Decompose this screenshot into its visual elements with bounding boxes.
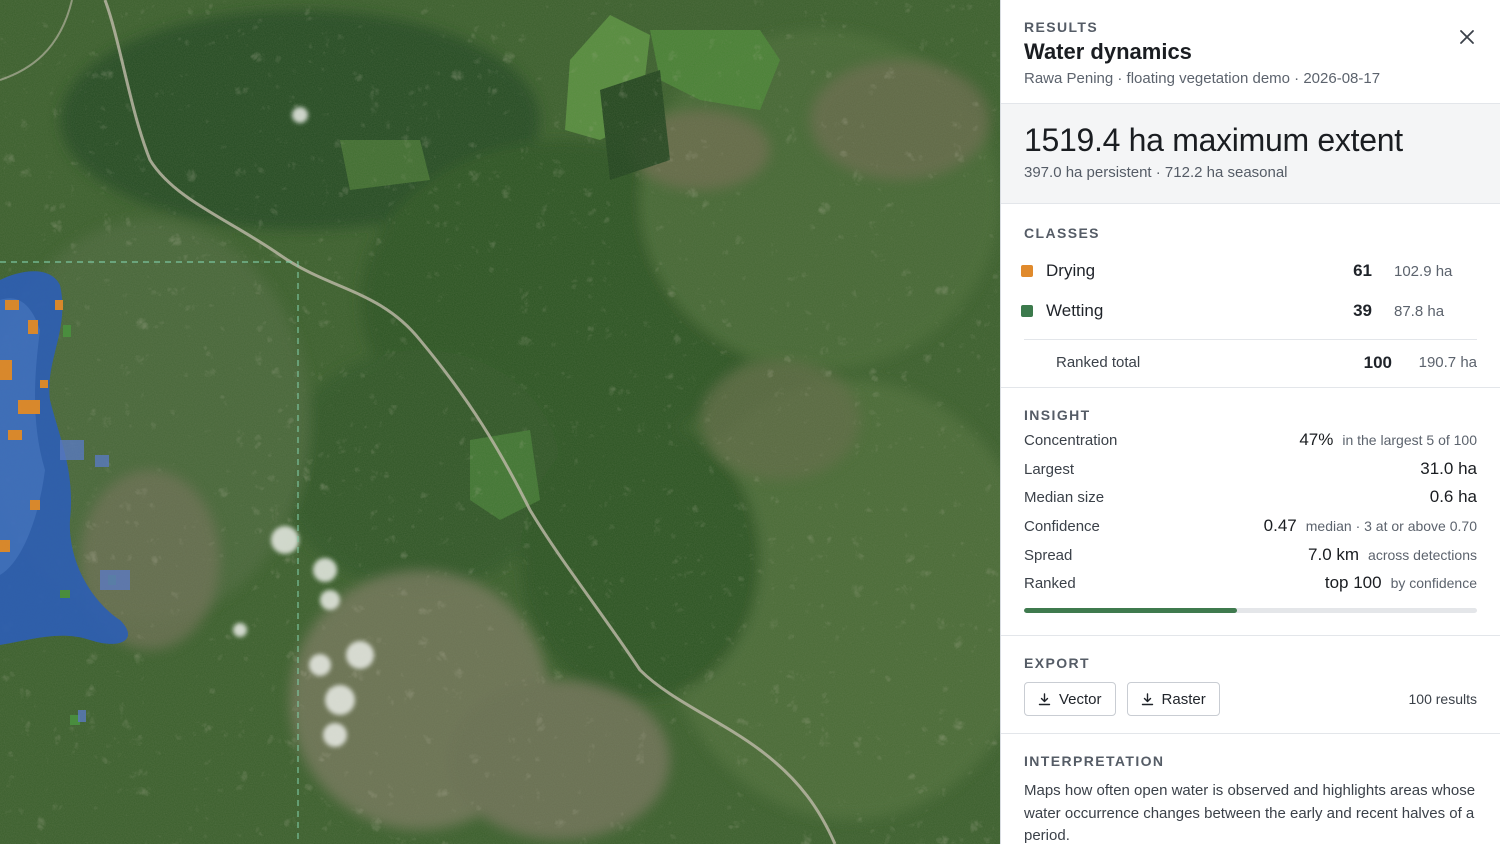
- insight-row-concentration: Concentration 47% in the largest 5 of 10…: [1024, 430, 1477, 459]
- summary-detail: 397.0 ha persistent · 712.2 ha seasonal: [1024, 164, 1288, 181]
- download-icon: [1141, 692, 1153, 705]
- close-icon[interactable]: [1456, 26, 1478, 48]
- satellite-map[interactable]: [0, 0, 1000, 844]
- export-raster-label: Raster: [1161, 690, 1206, 708]
- insight-value: 7.0 km: [1308, 544, 1360, 564]
- classes-section: CLASSES Drying 61 102.9 ha Wetting 39 87…: [1001, 204, 1500, 388]
- map-imagery: [0, 0, 1000, 844]
- export-label: EXPORT: [1024, 655, 1090, 671]
- insight-value: 47%: [1299, 430, 1334, 449]
- page-title: Water dynamics: [1024, 39, 1192, 64]
- insight-row-spread: Spread 7.0 km across detections: [1024, 545, 1477, 574]
- insight-key: Confidence: [1024, 518, 1100, 536]
- progress-fill: [1024, 608, 1237, 614]
- insight-value: 0.47: [1263, 516, 1297, 536]
- interpretation-text: Maps how often open water is observed an…: [1024, 782, 1476, 844]
- insight-key: Spread: [1024, 546, 1073, 564]
- wetting-swatch: [1021, 305, 1033, 317]
- class-area: 102.9 ha: [1394, 262, 1453, 280]
- class-count: 39: [1353, 301, 1372, 320]
- insight-note: in the largest 5 of 100: [1342, 432, 1477, 448]
- ranked-total-label: Ranked total: [1056, 354, 1141, 371]
- export-raster-button[interactable]: Raster: [1126, 682, 1220, 716]
- ranked-total-area: 190.7 ha: [1418, 354, 1477, 371]
- insight-row-ranked: Ranked top 100 by confidence: [1024, 573, 1477, 602]
- insight-value: top 100: [1324, 573, 1382, 593]
- export-vector-button[interactable]: Vector: [1024, 682, 1116, 716]
- insight-value: 31.0 ha: [1420, 458, 1477, 478]
- insight-note: across detections: [1368, 546, 1477, 563]
- summary-headline: 1519.4 ha maximum extent: [1024, 122, 1403, 158]
- insight-note: by confidence: [1390, 575, 1477, 592]
- insight-key: Median size: [1024, 489, 1105, 507]
- concentration-progress-bar: [1024, 608, 1477, 614]
- export-section: EXPORT Vector Raster 100 results: [1001, 636, 1500, 734]
- insight-row-confidence: Confidence 0.47 median · 3 at or above 0…: [1024, 516, 1477, 545]
- insight-section: INSIGHT Concentration 47% in the largest…: [1001, 388, 1500, 636]
- summary-block: 1519.4 ha maximum extent 397.0 ha persis…: [1001, 104, 1500, 204]
- drying-swatch: [1021, 265, 1033, 277]
- insight-label: INSIGHT: [1024, 407, 1091, 423]
- class-name: Wetting: [1046, 301, 1104, 320]
- class-area: 87.8 ha: [1394, 302, 1445, 320]
- class-count: 61: [1353, 261, 1372, 280]
- interpretation-label: INTERPRETATION: [1024, 753, 1165, 769]
- download-icon: [1038, 692, 1051, 705]
- interpretation-section: INTERPRETATION Maps how often open water…: [1001, 734, 1500, 844]
- class-row-wetting[interactable]: Wetting 39 87.8 ha: [1021, 291, 1477, 331]
- ranked-total-count: 100: [1363, 352, 1392, 372]
- classes-label: CLASSES: [1024, 225, 1100, 241]
- insight-value: 0.6 ha: [1429, 487, 1477, 507]
- class-row-drying[interactable]: Drying 61 102.9 ha: [1021, 251, 1477, 291]
- insight-row-largest: Largest 31.0 ha: [1024, 459, 1477, 488]
- panel-subtitle: Rawa Pening · floating vegetation demo ·…: [1024, 70, 1381, 87]
- export-results-count: 100 results: [1408, 691, 1477, 707]
- insight-key: Concentration: [1024, 432, 1118, 449]
- insight-row-median: Median size 0.6 ha: [1024, 487, 1477, 516]
- panel-header: RESULTS Water dynamics Rawa Pening · flo…: [1001, 0, 1500, 104]
- insight-note: median · 3 at or above 0.70: [1305, 518, 1477, 535]
- panel-eyebrow: RESULTS: [1024, 19, 1099, 35]
- ranked-total-row: Ranked total 100 190.7 ha: [1024, 339, 1477, 385]
- export-vector-label: Vector: [1059, 690, 1102, 708]
- insight-key: Ranked: [1024, 575, 1076, 593]
- insight-key: Largest: [1024, 460, 1075, 478]
- class-name: Drying: [1046, 261, 1096, 280]
- results-panel: RESULTS Water dynamics Rawa Pening · flo…: [1000, 0, 1500, 844]
